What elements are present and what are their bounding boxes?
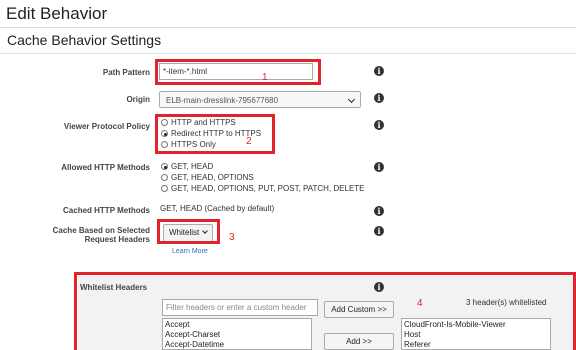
methods-option-get-head[interactable]: GET, HEAD — [161, 162, 213, 172]
cached-methods-label: Cached HTTP Methods — [63, 206, 150, 215]
viewer-protocol-label: Viewer Protocol Policy — [63, 122, 150, 131]
annotation-number-3: 3 — [229, 232, 235, 243]
annotation-box-2 — [155, 114, 275, 154]
annotation-number-1: 1 — [262, 72, 268, 83]
chevron-down-icon — [347, 95, 356, 104]
info-icon[interactable]: i — [374, 93, 384, 103]
page-title: Edit Behavior — [6, 4, 108, 23]
cache-headers-label-line1: Cache Based on Selected — [52, 226, 150, 235]
annotation-box-1 — [155, 59, 321, 85]
info-icon[interactable]: i — [374, 66, 384, 76]
info-icon[interactable]: i — [374, 226, 384, 236]
learn-more-link[interactable]: Learn More — [172, 248, 208, 255]
annotation-box-3 — [157, 219, 220, 244]
radio-button-selected[interactable] — [161, 163, 168, 170]
annotation-number-4: 4 — [417, 298, 423, 309]
path-pattern-label: Path Pattern — [102, 68, 150, 77]
origin-select[interactable]: ELB-main-dresslink-795677680 — [159, 91, 361, 108]
info-icon[interactable]: i — [374, 206, 384, 216]
cache-headers-label-line2: Request Headers — [84, 235, 150, 244]
cached-methods-value: GET, HEAD (Cached by default) — [160, 204, 275, 213]
info-icon[interactable]: i — [374, 162, 384, 172]
section-divider — [0, 53, 576, 54]
section-title: Cache Behavior Settings — [7, 32, 162, 48]
title-divider — [0, 27, 576, 28]
allowed-methods-label: Allowed HTTP Methods — [61, 163, 150, 172]
radio-button[interactable] — [161, 174, 168, 181]
radio-button[interactable] — [161, 185, 168, 192]
info-icon[interactable]: i — [374, 120, 384, 130]
methods-option-all[interactable]: GET, HEAD, OPTIONS, PUT, POST, PATCH, DE… — [161, 184, 365, 194]
origin-value: ELB-main-dresslink-795677680 — [166, 96, 279, 105]
annotation-box-4 — [74, 272, 576, 350]
methods-option-get-head-options[interactable]: GET, HEAD, OPTIONS — [161, 173, 254, 183]
annotation-number-2: 2 — [246, 136, 252, 147]
origin-label: Origin — [126, 95, 150, 104]
